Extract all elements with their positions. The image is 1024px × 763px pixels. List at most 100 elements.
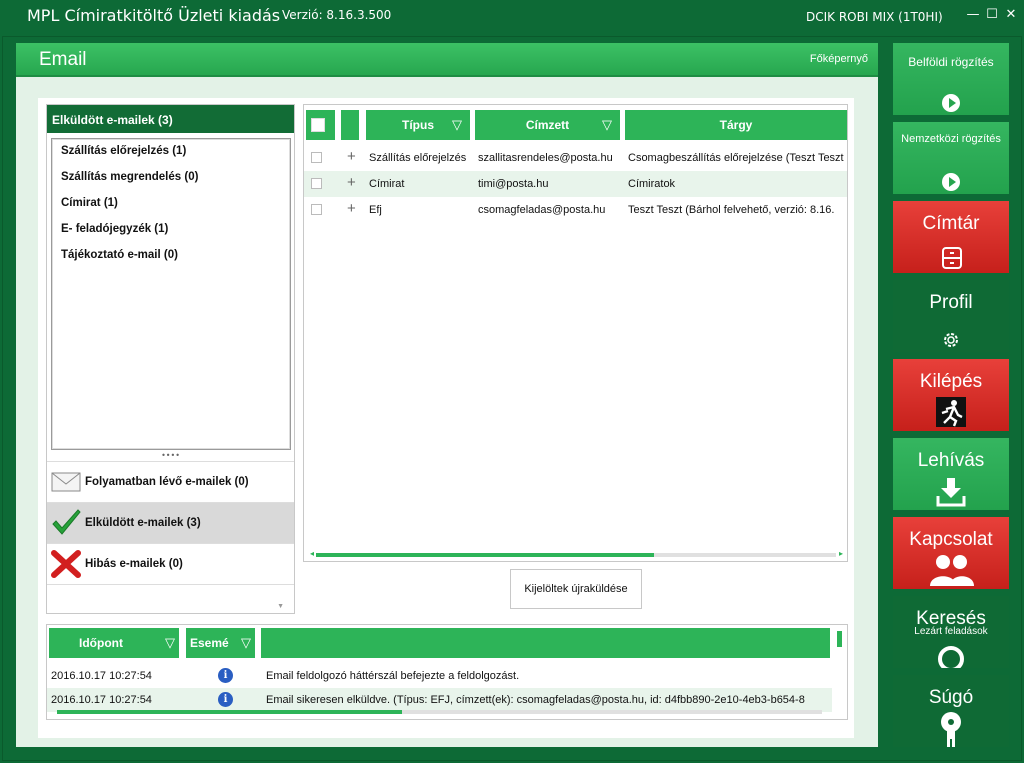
resend-selected-button[interactable]: Kijelöltek újraküldése <box>510 569 642 609</box>
content-area: Elküldött e-mailek (3) Szállítás előreje… <box>38 98 854 738</box>
in-progress-emails-button[interactable]: Folyamatban lévő e-mailek (0) <box>47 461 294 502</box>
in-progress-label: Folyamatban lévő e-mailek (0) <box>85 476 249 488</box>
play-icon <box>941 93 961 118</box>
empty-folder-slot: ▼ <box>47 584 294 614</box>
title-bar: MPL Címiratkitöltő Üzleti kiadás Verzió:… <box>0 0 1024 34</box>
log-time: 2016.10.17 10:27:54 <box>51 694 152 706</box>
table-row[interactable]: + Efj csomagfeladas@posta.hu Teszt Teszt… <box>304 197 847 223</box>
envelope-icon <box>51 468 81 496</box>
download-tile[interactable]: Lehívás <box>893 438 1009 510</box>
cabinet-icon <box>941 247 963 274</box>
filter-icon[interactable]: ▽ <box>241 628 251 658</box>
cell-recipient: timi@posta.hu <box>478 178 549 190</box>
main-panel: Email Főképernyő Elküldött e-mailek (3) … <box>16 43 878 747</box>
event-header-label: Esemé <box>190 636 229 650</box>
time-header-label: Időpont <box>79 636 123 650</box>
domestic-entry-tile[interactable]: Belföldi rögzítés <box>893 43 1009 115</box>
close-button[interactable]: ✕ <box>1004 8 1018 22</box>
filter-icon[interactable]: ▽ <box>602 110 612 140</box>
filter-icon[interactable]: ▽ <box>165 628 175 658</box>
domestic-label: Belföldi rögzítés <box>908 55 994 69</box>
cell-recipient: csomagfeladas@posta.hu <box>478 204 606 216</box>
maximize-button[interactable]: ☐ <box>985 8 999 22</box>
international-entry-tile[interactable]: Nemzetközi rögzítés <box>893 122 1009 194</box>
page-title: Email <box>39 49 87 70</box>
chevron-down-icon: ▼ <box>277 603 284 610</box>
profile-label: Profil <box>929 292 973 313</box>
sent-label: Elküldött e-mailek (3) <box>85 517 201 529</box>
select-all-checkbox[interactable] <box>311 118 325 132</box>
address-book-tile[interactable]: Címtár <box>893 201 1009 273</box>
category-item[interactable]: Szállítás előrejelzés (1) <box>61 145 290 171</box>
scroll-right-icon[interactable]: ▸ <box>839 549 843 558</box>
exit-label: Kilépés <box>919 371 983 392</box>
search-tile[interactable]: Keresés Lezárt feladások <box>893 596 1009 672</box>
row-checkbox[interactable] <box>311 204 322 215</box>
category-item[interactable]: Címirat (1) <box>61 197 290 223</box>
exit-tile[interactable]: Kilépés <box>893 359 1009 431</box>
search-icon <box>936 644 966 673</box>
email-grid: Típus ▽ Címzett ▽ Tárgy + Szállítás előr… <box>303 104 848 562</box>
select-all-header <box>306 110 335 140</box>
category-list: Szállítás előrejelzés (1) Szállítás megr… <box>51 138 291 450</box>
app-title: MPL Címiratkitöltő Üzleti kiadás <box>27 6 281 25</box>
column-header-type[interactable]: Típus ▽ <box>366 110 470 140</box>
log-time: 2016.10.17 10:27:54 <box>51 670 152 682</box>
contact-label: Kapcsolat <box>909 529 993 550</box>
column-header-recipient[interactable]: Címzett ▽ <box>475 110 620 140</box>
minimize-button[interactable]: — <box>966 8 980 22</box>
scroll-left-icon[interactable]: ◂ <box>310 549 314 558</box>
profile-tile[interactable]: Profil <box>893 280 1009 352</box>
expand-plus-icon[interactable]: + <box>347 200 356 217</box>
email-folders-panel: Elküldött e-mailek (3) Szállítás előreje… <box>46 104 295 614</box>
error-x-icon <box>51 550 81 578</box>
type-header-label: Típus <box>402 118 434 132</box>
cell-type: Efj <box>369 204 382 216</box>
event-log: Időpont ▽ Esemé ▽ 2016.10.17 10:27:54 i … <box>46 624 848 720</box>
cell-subject: Címiratok <box>628 178 676 190</box>
sent-emails-button[interactable]: Elküldött e-mailek (3) <box>47 502 294 543</box>
category-item[interactable]: Tájékoztató e-mail (0) <box>61 249 290 275</box>
exit-door-icon <box>934 395 968 434</box>
row-checkbox[interactable] <box>311 152 322 163</box>
user-name: DCIK ROBI MIX (1T0HI) <box>806 10 943 24</box>
table-row[interactable]: + Címirat timi@posta.hu Címiratok <box>304 171 847 197</box>
app-version: Verzió: 8.16.3.500 <box>282 8 392 22</box>
help-tile[interactable]: Súgó <box>893 675 1009 747</box>
category-item[interactable]: Szállítás megrendelés (0) <box>61 171 290 197</box>
filter-icon[interactable]: ▽ <box>452 110 462 140</box>
table-row[interactable]: + Szállítás előrejelzés szallitasrendele… <box>304 145 847 171</box>
log-message: Email feldolgozó háttérszál befejezte a … <box>266 670 520 682</box>
expand-plus-icon[interactable]: + <box>347 174 356 191</box>
help-key-icon <box>938 711 964 752</box>
log-header-event[interactable]: Esemé ▽ <box>186 628 255 658</box>
cell-type: Címirat <box>369 178 405 190</box>
category-item[interactable]: E- feladójegyzék (1) <box>61 223 290 249</box>
cell-subject: Csomagbeszállítás előrejelzése (Teszt Te… <box>628 152 844 164</box>
scroll-thumb[interactable] <box>316 553 654 557</box>
row-checkbox[interactable] <box>311 178 322 189</box>
help-label: Súgó <box>928 687 974 708</box>
expand-column-header <box>341 110 359 140</box>
recipient-header-label: Címzett <box>525 118 570 132</box>
grid-horizontal-scrollbar[interactable]: ◂ ▸ <box>310 549 843 559</box>
international-label: Nemzetközi rögzítés <box>901 133 1001 145</box>
log-row[interactable]: 2016.10.17 10:27:54 i Email feldolgozó h… <box>47 664 832 688</box>
home-link[interactable]: Főképernyő <box>810 53 868 65</box>
address-book-label: Címtár <box>922 213 980 234</box>
cell-subject: Teszt Teszt (Bárhol felvehető, verzió: 8… <box>628 204 835 216</box>
log-message: Email sikeresen elküldve. (Típus: EFJ, c… <box>266 694 805 706</box>
subject-header-label: Tárgy <box>719 118 753 132</box>
log-vertical-scrollbar[interactable] <box>837 631 843 691</box>
folder-header: Elküldött e-mailek (3) <box>47 105 294 133</box>
cell-recipient: szallitasrendeles@posta.hu <box>478 152 613 164</box>
log-header-time[interactable]: Időpont ▽ <box>49 628 179 658</box>
log-horizontal-scrollbar[interactable] <box>57 709 827 715</box>
column-header-subject[interactable]: Tárgy <box>625 110 847 140</box>
expand-plus-icon[interactable]: + <box>347 148 356 165</box>
search-sublabel: Lezárt feladások <box>914 626 988 637</box>
failed-emails-button[interactable]: Hibás e-mailek (0) <box>47 543 294 584</box>
log-header-message <box>261 628 830 658</box>
info-icon: i <box>218 692 233 707</box>
contact-tile[interactable]: Kapcsolat <box>893 517 1009 589</box>
